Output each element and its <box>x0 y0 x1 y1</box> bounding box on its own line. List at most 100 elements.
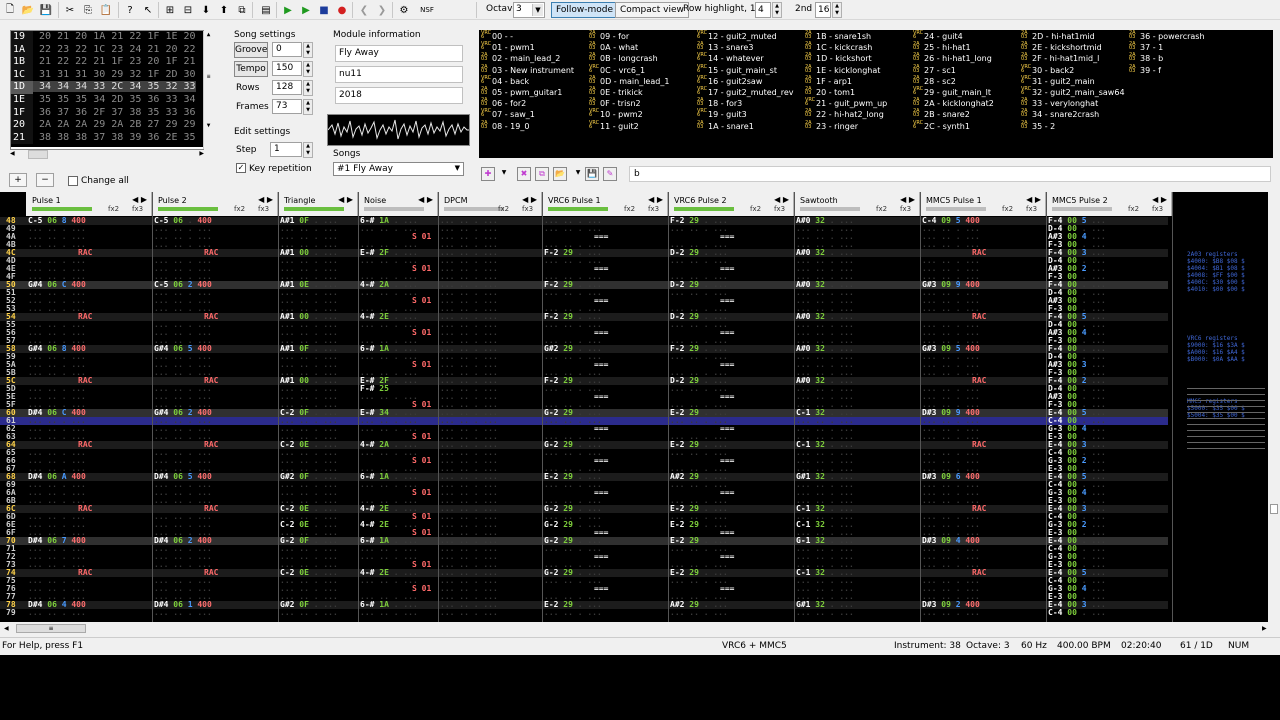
frame-list-scrollbar[interactable]: ▲ ≡ ▼ <box>203 31 213 149</box>
pattern-cell[interactable]: ... .. . ... <box>280 609 338 617</box>
instrument-item[interactable]: VRC 6 10 - pwm2 <box>589 109 643 120</box>
instrument-item[interactable]: 2A 03 1C - kickcrash <box>805 42 872 53</box>
pattern-cell[interactable]: ... .. . ... <box>28 609 86 617</box>
instrument-item[interactable]: 2A 03 22 - hi-hat2_long <box>805 109 884 120</box>
instrument-item[interactable]: 2A 03 2B - snare2 <box>913 109 970 120</box>
frame-row[interactable]: 1F 36 37 36 2F 37 38 35 33 36 <box>11 106 205 120</box>
instrument-item[interactable]: 2A 03 34 - snare2crash <box>1021 109 1099 120</box>
play-icon[interactable]: ▶ <box>280 2 296 18</box>
instrument-item[interactable]: 2A 03 26 - hi-hat1_long <box>913 53 992 64</box>
save-icon[interactable]: 💾 <box>38 2 54 18</box>
instrument-item[interactable]: VRC 6 29 - guit_main_lt <box>913 87 991 98</box>
pattern-cell[interactable]: ... .. . ... <box>360 321 418 329</box>
frame-cells[interactable]: 35 35 35 34 2D 35 36 33 34 <box>33 94 196 105</box>
frame-cells[interactable]: 31 31 31 30 29 32 1F 2D 30 <box>33 69 196 80</box>
clone-instrument-icon[interactable]: ⧉ <box>535 167 549 181</box>
pattern-cell[interactable]: ... .. . ... <box>360 577 418 585</box>
pattern-cell[interactable]: ... .. . ... <box>440 609 498 617</box>
pattern-cell[interactable]: ... .. . ... <box>796 609 854 617</box>
frame-row[interactable]: 19 20 21 20 1A 21 22 1F 1E 20 <box>11 31 205 44</box>
instrument-item[interactable]: 2A 03 2E - kickshortmid <box>1021 42 1102 53</box>
frame-cells[interactable]: 20 21 20 1A 21 22 1F 1E 20 <box>33 31 196 42</box>
frame-cells[interactable]: 38 38 38 37 38 39 36 2E 35 <box>33 132 196 143</box>
channel-header[interactable]: Triangle ◀ ▶ <box>278 192 358 216</box>
effect-columns-arrow-icon[interactable]: ◀ ▶ <box>338 195 353 204</box>
load-instrument-icon[interactable]: 📂 <box>553 167 567 181</box>
frame-cells[interactable]: 34 34 34 33 2C 34 35 32 33 <box>33 81 196 93</box>
instrument-item[interactable]: 2A 03 2A - kicklonghat2 <box>913 98 994 109</box>
effect-columns-arrow-icon[interactable]: ◀ ▶ <box>522 195 537 204</box>
channel-header[interactable]: VRC6 Pulse 1 ◀ ▶ fx2 fx3 <box>542 192 668 216</box>
frame-row[interactable]: 1A 22 23 22 1C 23 24 21 20 22 <box>11 43 205 57</box>
instrument-item[interactable]: VRC 6 2C - synth1 <box>913 120 970 132</box>
record-icon[interactable]: ● <box>334 2 350 18</box>
move-frame-down-icon[interactable]: ⬇ <box>198 2 214 18</box>
effect-columns-arrow-icon[interactable]: ◀ ▶ <box>132 195 147 204</box>
paste-icon[interactable]: 📋 <box>98 2 114 18</box>
instrument-item[interactable]: VRC 6 21 - guit_pwm_up <box>805 98 887 109</box>
pattern-cell[interactable]: ... .. . ... <box>360 353 418 361</box>
instrument-item[interactable]: 2A 03 1E - kicklonghat <box>805 64 880 76</box>
frame-row[interactable]: 1B 21 22 22 21 1F 23 20 1F 21 <box>11 56 205 69</box>
artist-input[interactable]: nu11 <box>335 66 463 83</box>
instrument-item[interactable]: VRC 6 32 - guit2_main_saw64 <box>1021 87 1125 98</box>
previous-track-icon[interactable]: ❮ <box>356 2 372 18</box>
tempo-input[interactable]: 150 <box>272 61 302 76</box>
frames-input[interactable]: 73 <box>272 99 302 114</box>
instrument-item[interactable]: 2A 03 2D - hi-hat1mid <box>1021 31 1095 42</box>
play-loop-icon[interactable]: ▶ <box>298 2 314 18</box>
frame-cells[interactable]: 36 37 36 2F 37 38 35 33 36 <box>33 107 196 118</box>
channel-header[interactable]: Pulse 2 ◀ ▶ fx2 fx3 <box>152 192 278 216</box>
instrument-item[interactable]: 2A 03 0B - longcrash <box>589 53 658 64</box>
save-instrument-icon[interactable]: 💾 <box>585 167 599 181</box>
frame-cells[interactable]: 22 23 22 1C 23 24 21 20 22 <box>33 44 196 55</box>
instrument-item[interactable]: 2A 03 38 - b <box>1129 53 1163 64</box>
channel-header[interactable]: VRC6 Pulse 2 ◀ ▶ fx2 fx3 <box>668 192 794 216</box>
instrument-item[interactable]: 2A 03 36 - powercrash <box>1129 31 1205 42</box>
instrument-item[interactable]: VRC 6 0C - vrc6_1 <box>589 64 645 76</box>
instrument-item[interactable]: 2A 03 23 - ringer <box>805 120 858 132</box>
step-spinner[interactable]: ▲ ▼ <box>303 142 313 158</box>
instrument-item[interactable]: VRC 6 30 - back2 <box>1021 64 1074 76</box>
scroll-left-icon[interactable]: ◀ <box>4 625 9 632</box>
pattern-cell[interactable]: C-4 00 . ... <box>1048 609 1106 617</box>
instrument-item[interactable]: 2A 03 0E - trikick <box>589 87 643 98</box>
frame-cells[interactable]: 21 22 22 21 1F 23 20 1F 21 <box>33 56 196 67</box>
key-repetition-checkbox[interactable]: ✓ <box>236 163 246 173</box>
groove-input[interactable]: 0 <box>272 42 302 57</box>
effect-columns-arrow-icon[interactable]: ◀ ▶ <box>258 195 273 204</box>
remove-instrument-icon[interactable]: ✖ <box>517 167 531 181</box>
frame-row[interactable]: 1E 35 35 35 34 2D 35 36 33 34 <box>11 93 205 107</box>
instrument-item[interactable]: 2A 03 1D - kickshort <box>805 53 872 64</box>
instrument-item[interactable]: 2A 03 03 - New instrument <box>481 64 574 76</box>
pattern-cell[interactable]: ... .. . ... <box>544 609 602 617</box>
new-file-icon[interactable]: 🗋 <box>2 2 18 18</box>
row-highlight-2nd-spinner[interactable]: ▲ ▼ <box>832 2 842 18</box>
nsf-export-icon[interactable]: NSF <box>416 2 438 18</box>
octave-select[interactable]: 3 ▼ <box>513 2 545 18</box>
frames-spinner[interactable]: ▲ ▼ <box>303 99 313 115</box>
oscilloscope[interactable] <box>327 114 470 146</box>
chevron-down-icon[interactable]: ▼ <box>571 167 585 181</box>
context-help-icon[interactable]: ↖ <box>140 2 156 18</box>
frame-row[interactable]: 1D 34 34 34 33 2C 34 35 32 33 <box>11 81 205 94</box>
pattern-hscroll[interactable]: ◀ ≡ ▶ <box>0 622 1280 636</box>
rows-spinner[interactable]: ▲ ▼ <box>303 80 313 96</box>
instrument-item[interactable]: 2A 03 05 - pwm_guitar1 <box>481 87 562 98</box>
channel-header[interactable]: DPCM ◀ ▶ fx2 fx3 <box>438 192 542 216</box>
move-frame-up-icon[interactable]: ⬆ <box>216 2 232 18</box>
scroll-right-icon[interactable]: ▶ <box>1262 625 1267 632</box>
stop-icon[interactable]: ■ <box>316 2 332 18</box>
instrument-item[interactable]: VRC 6 14 - whatever <box>697 53 764 64</box>
open-file-icon[interactable]: 📂 <box>20 2 36 18</box>
pattern-cell[interactable]: ... .. . ... <box>360 257 418 265</box>
pattern-cell[interactable]: ... .. . ... <box>670 609 728 617</box>
copyright-input[interactable]: 2018 <box>335 87 463 104</box>
instrument-item[interactable]: VRC 6 04 - back <box>481 75 529 87</box>
instrument-list[interactable]: VRC 6 00 - - VRC 6 01 - pwm1 2A 03 02 - main_… <box>479 30 1273 158</box>
step-input[interactable]: 1 <box>270 142 302 157</box>
effect-columns-arrow-icon[interactable]: ◀ ▶ <box>1152 195 1167 204</box>
pattern-cell[interactable]: ... .. . ... <box>922 609 980 617</box>
instrument-item[interactable]: 2A 03 35 - 2 <box>1021 120 1055 132</box>
instrument-item[interactable]: 2A 03 33 - verylonghat <box>1021 98 1098 109</box>
